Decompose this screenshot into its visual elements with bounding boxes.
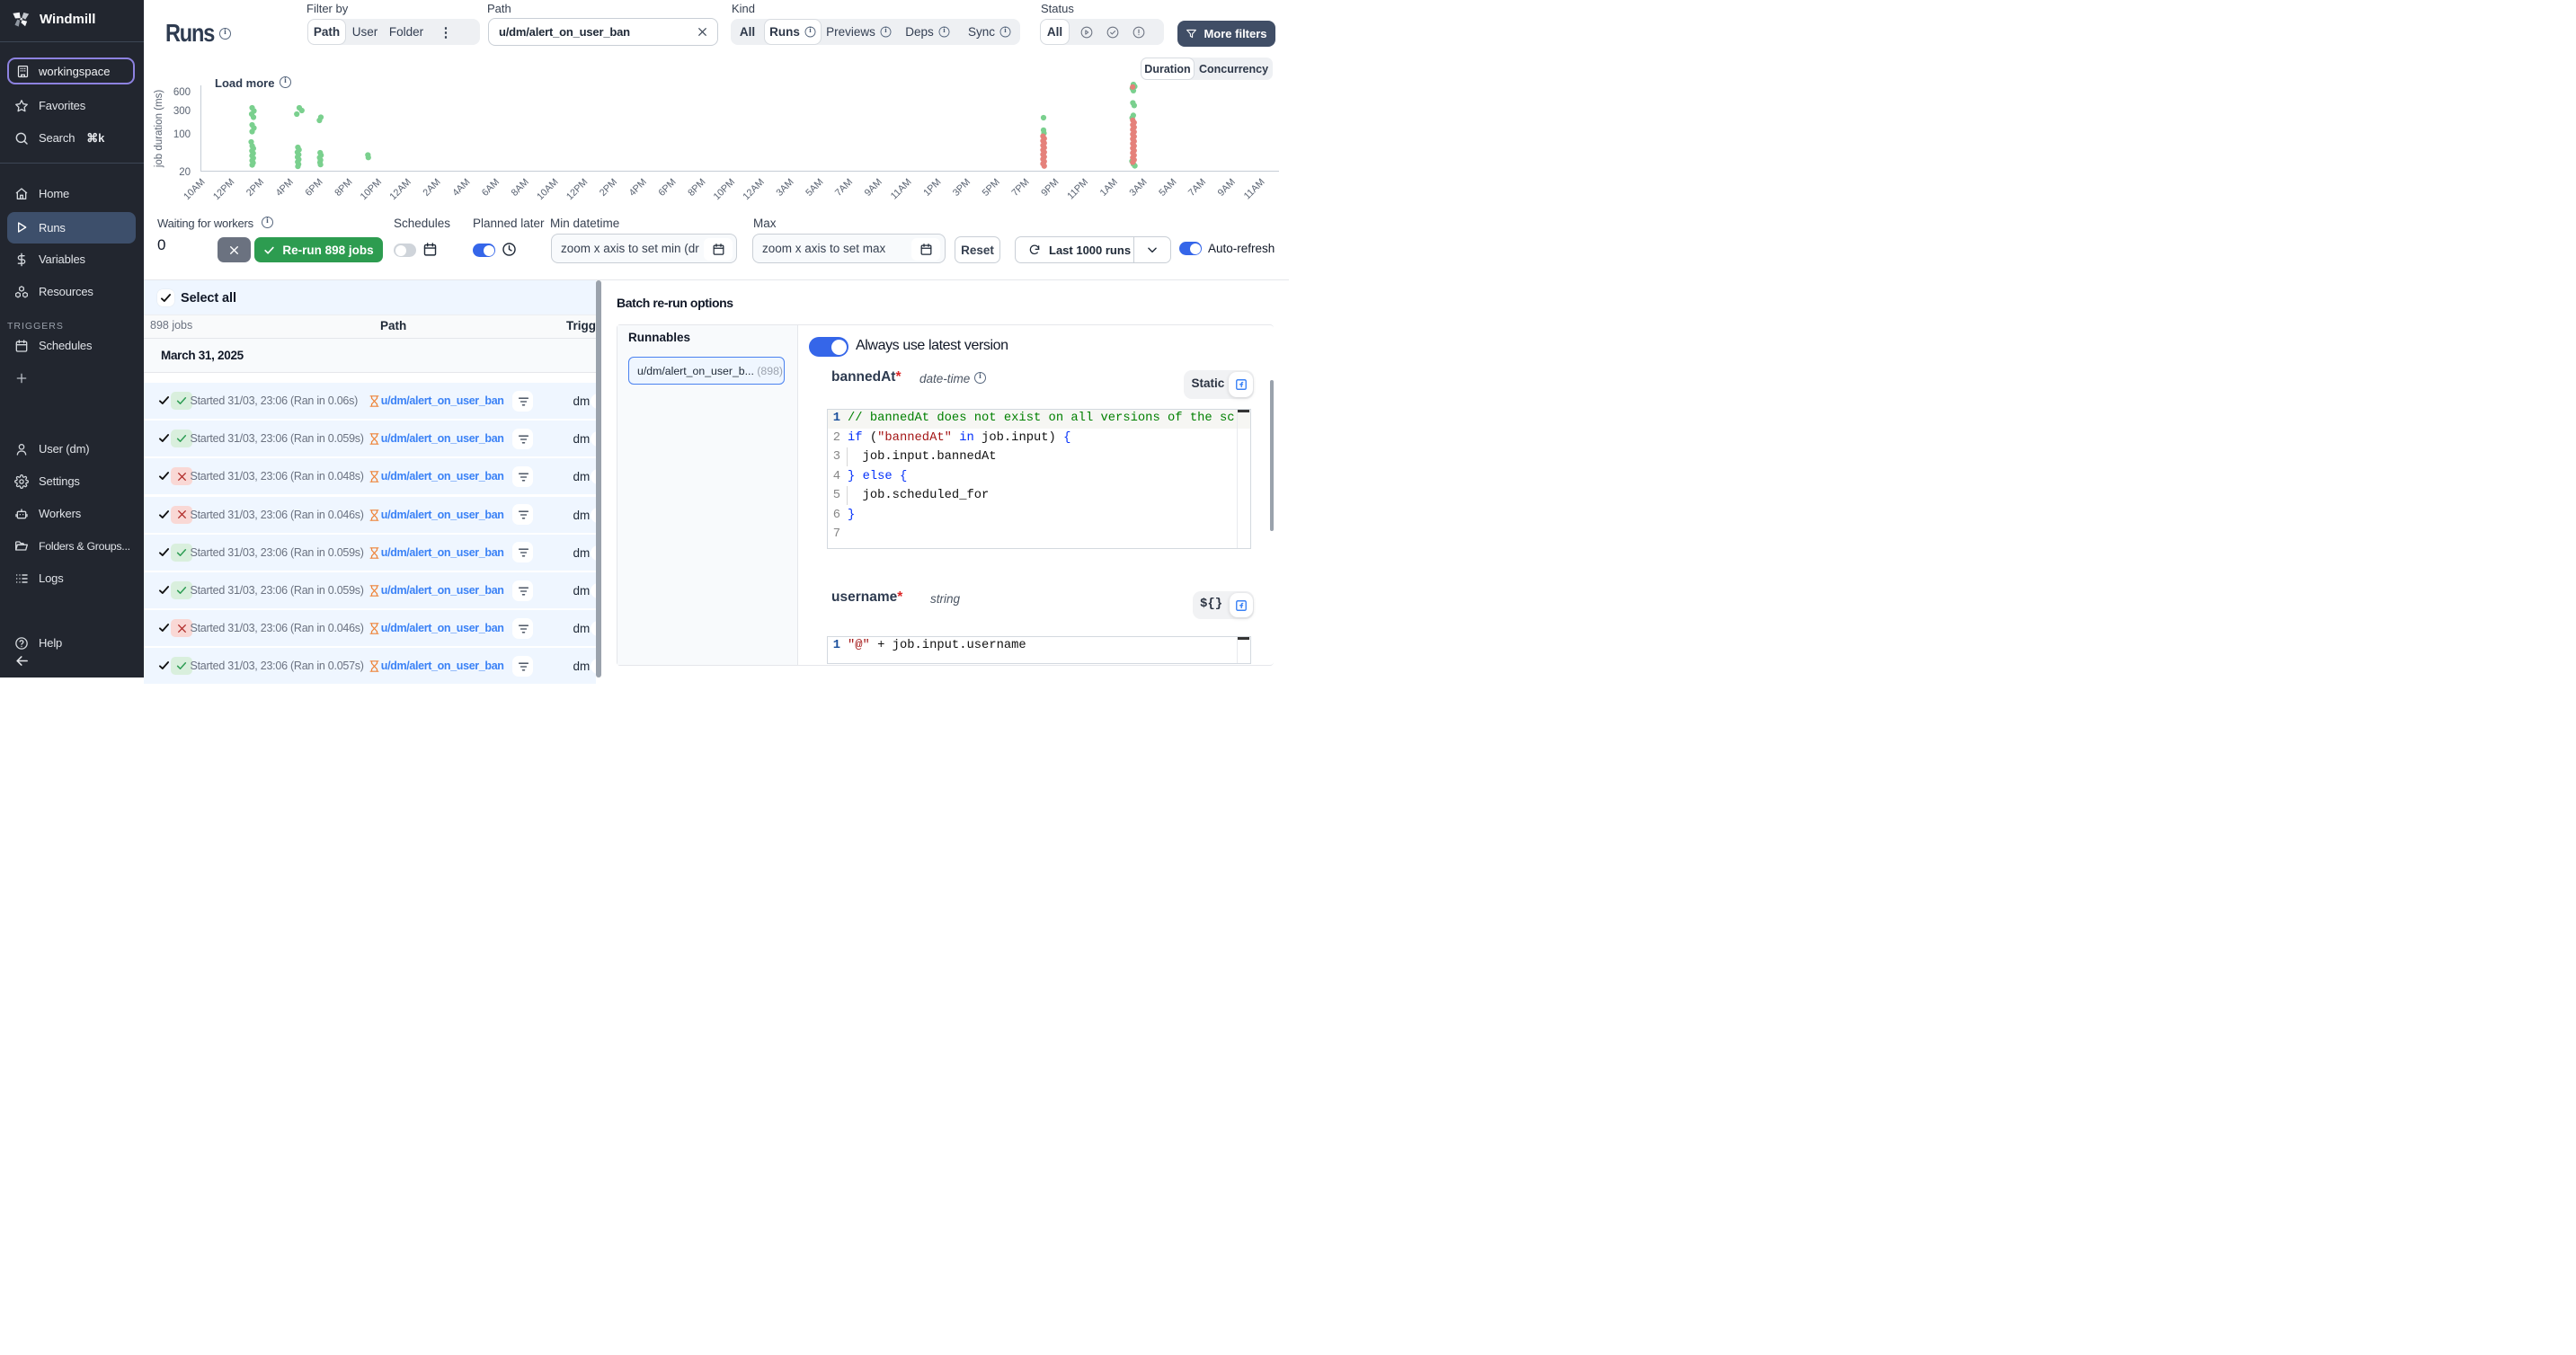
svg-text:12PM: 12PM (564, 177, 590, 202)
svg-text:9AM: 9AM (863, 177, 884, 199)
svg-text:8PM: 8PM (333, 177, 354, 199)
svg-text:2PM: 2PM (598, 177, 619, 199)
svg-text:2AM: 2AM (421, 177, 442, 199)
svg-text:7AM: 7AM (1186, 177, 1208, 199)
svg-text:4AM: 4AM (450, 177, 472, 199)
svg-text:11AM: 11AM (889, 177, 914, 202)
svg-text:6PM: 6PM (303, 177, 324, 199)
svg-text:600: 600 (173, 87, 191, 98)
svg-text:7PM: 7PM (1009, 177, 1031, 199)
svg-text:12AM: 12AM (741, 177, 766, 202)
svg-text:5AM: 5AM (804, 177, 825, 199)
svg-text:3AM: 3AM (1127, 177, 1149, 199)
svg-text:6PM: 6PM (656, 177, 678, 199)
svg-text:12PM: 12PM (211, 177, 236, 202)
svg-text:job duration (ms): job duration (ms) (154, 90, 164, 168)
svg-text:2PM: 2PM (244, 177, 266, 199)
svg-text:11PM: 11PM (1065, 177, 1090, 202)
svg-text:3PM: 3PM (951, 177, 973, 199)
svg-text:5AM: 5AM (1157, 177, 1178, 199)
svg-text:1PM: 1PM (921, 177, 943, 199)
svg-text:12AM: 12AM (387, 177, 413, 202)
svg-text:10PM: 10PM (712, 177, 737, 202)
svg-text:7AM: 7AM (833, 177, 855, 199)
svg-text:4PM: 4PM (274, 177, 296, 199)
svg-text:1AM: 1AM (1098, 177, 1120, 199)
svg-text:6AM: 6AM (480, 177, 502, 199)
svg-text:10AM: 10AM (535, 177, 560, 202)
svg-text:3AM: 3AM (774, 177, 795, 199)
svg-text:4PM: 4PM (627, 177, 649, 199)
svg-text:8PM: 8PM (686, 177, 707, 199)
svg-text:10PM: 10PM (359, 177, 384, 202)
svg-text:8AM: 8AM (510, 177, 531, 199)
svg-text:300: 300 (173, 106, 191, 117)
svg-text:20: 20 (179, 167, 191, 178)
svg-text:10AM: 10AM (182, 177, 207, 202)
svg-text:5PM: 5PM (981, 177, 1002, 199)
svg-text:9PM: 9PM (1039, 177, 1061, 199)
svg-text:9AM: 9AM (1216, 177, 1238, 199)
svg-text:11AM: 11AM (1242, 177, 1267, 202)
svg-text:100: 100 (173, 129, 191, 140)
